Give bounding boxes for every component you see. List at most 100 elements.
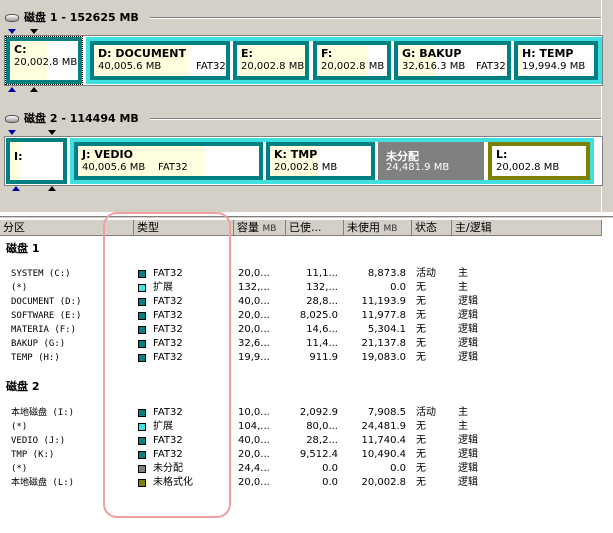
cell-used: 0.0 (322, 463, 338, 474)
cell-used: 8,025.0 (299, 310, 338, 321)
cell-unused: 24,481.9 (361, 421, 406, 432)
col-header-label: 容量 (237, 221, 259, 234)
cell-capacity: 132,... (238, 282, 270, 293)
partition-size: 24,481.9 MB (386, 162, 450, 173)
col-header-used[interactable]: 已使... (286, 220, 344, 236)
cell-unused: 21,137.8 (361, 338, 406, 349)
partition-start-marker-icon (12, 186, 20, 191)
col-header-status[interactable]: 状态 (412, 220, 452, 236)
cell-role: 逻辑 (458, 477, 478, 488)
table-row[interactable]: (*) 扩展 104,... 80,0... 24,481.9 无 主 (0, 420, 600, 434)
partition-e[interactable]: E: 20,002.8 MB (233, 41, 309, 80)
cell-unused: 20,002.8 (361, 477, 406, 488)
cell-role: 主 (458, 421, 468, 432)
cell-capacity: 19,9... (238, 352, 270, 363)
table-row[interactable]: 本地磁盘 (L:) 未格式化 20,0... 0.0 20,002.8 无 逻辑 (0, 476, 600, 490)
table-row[interactable]: MATERIA (F:) FAT32 20,0... 14,6... 5,304… (0, 323, 600, 337)
cell-role: 主 (458, 268, 468, 279)
type-column-annotation (103, 212, 231, 518)
partition-size: 20,002.8 MB (274, 162, 338, 173)
disk1-title: 磁盘 1 - 152625 MB (24, 11, 139, 24)
partition-size: 40,005.6 MB (82, 162, 146, 173)
cell-partition: 本地磁盘 (I:) (11, 408, 75, 418)
table-row[interactable]: TMP (K:) FAT32 20,0... 9,512.4 10,490.4 … (0, 448, 600, 462)
table-row[interactable]: (*) 扩展 132,... 132,... 0.0 无 主 (0, 281, 600, 295)
col-header-capacity[interactable]: 容量 MB (234, 220, 286, 236)
cell-unused: 7,908.5 (367, 407, 406, 418)
cell-partition: MATERIA (F:) (11, 325, 77, 335)
cell-used: 132,... (306, 282, 338, 293)
partition-j[interactable]: J: VEDIO 40,005.6 MB FAT32 (74, 142, 263, 180)
partition-size: 19,994.9 MB (522, 61, 586, 72)
hard-disk-icon (4, 12, 19, 22)
table-row[interactable]: DOCUMENT (D:) FAT32 40,0... 28,8... 11,1… (0, 295, 600, 309)
partition-i[interactable]: I: (6, 138, 67, 184)
unallocated-space[interactable]: 未分配 24,481.9 MB (378, 142, 484, 180)
disk2-header[interactable]: 磁盘 2 - 114494 MB (0, 109, 601, 127)
partition-g[interactable]: G: BAKUP 32,616.3 MB FAT32 (394, 41, 511, 80)
partition-size: 20,002.8 MB (321, 61, 385, 72)
cell-capacity: 40,0... (238, 435, 270, 446)
table-row[interactable]: BAKUP (G:) FAT32 32,6... 11,4... 21,137.… (0, 337, 600, 351)
cell-status: 无 (416, 296, 426, 307)
partition-l[interactable]: L: 20,002.8 MB (488, 142, 590, 180)
cell-partition: TMP (K:) (11, 450, 55, 460)
partition-size: 20,002.8 MB (241, 61, 305, 72)
partition-f[interactable]: F: 20,002.8 MB (313, 41, 391, 80)
col-header-label: 主/逻辑 (455, 221, 492, 234)
cell-partition: BAKUP (G:) (11, 339, 66, 349)
col-header-role[interactable]: 主/逻辑 (452, 220, 602, 236)
partition-fs: FAT32 (196, 61, 226, 72)
cell-capacity: 104,... (238, 421, 270, 432)
cell-partition: VEDIO (J:) (11, 436, 66, 446)
cell-status: 无 (416, 463, 426, 474)
partition-start-marker-icon (8, 130, 16, 135)
partition-start-marker-icon (8, 87, 16, 92)
cell-capacity: 32,6... (238, 338, 270, 349)
partition-h[interactable]: H: TEMP 19,994.9 MB (514, 41, 598, 80)
partition-name: J: VEDIO (82, 148, 133, 161)
cell-status: 活动 (416, 268, 436, 279)
partition-end-marker-icon (30, 29, 38, 34)
cell-used: 28,2... (306, 435, 338, 446)
splitter[interactable] (0, 216, 613, 219)
cell-unused: 11,977.8 (361, 310, 406, 321)
cell-unused: 8,873.8 (367, 268, 406, 279)
cell-partition: TEMP (H:) (11, 353, 60, 363)
disk1-header[interactable]: 磁盘 1 - 152625 MB (0, 8, 601, 26)
table-row[interactable]: SOFTWARE (E:) FAT32 20,0... 8,025.0 11,9… (0, 309, 600, 323)
hard-disk-icon (4, 113, 19, 123)
col-header-label: 已使... (289, 221, 322, 234)
cell-capacity: 10,0... (238, 407, 270, 418)
cell-used: 911.9 (309, 352, 338, 363)
table-row[interactable]: SYSTEM (C:) FAT32 20,0... 11,1... 8,873.… (0, 267, 600, 281)
cell-capacity: 20,0... (238, 324, 270, 335)
cell-role: 逻辑 (458, 338, 478, 349)
partition-name: H: TEMP (522, 47, 574, 60)
cell-unused: 11,740.4 (361, 435, 406, 446)
table-row[interactable]: 本地磁盘 (I:) FAT32 10,0... 2,092.9 7,908.5 … (0, 406, 600, 420)
cell-partition: (*) (11, 422, 28, 432)
cell-status: 无 (416, 477, 426, 488)
partition-name: K: TMP (274, 148, 318, 161)
cell-used: 9,512.4 (299, 449, 338, 460)
partition-name: L: (496, 148, 508, 161)
cell-unused: 0.0 (390, 463, 406, 474)
partition-k[interactable]: K: TMP 20,002.8 MB (266, 142, 375, 180)
cell-unused: 5,304.1 (367, 324, 406, 335)
disk2-title: 磁盘 2 - 114494 MB (24, 112, 139, 125)
table-row[interactable]: TEMP (H:) FAT32 19,9... 911.9 19,083.0 无… (0, 351, 600, 365)
table-row[interactable]: VEDIO (J:) FAT32 40,0... 28,2... 11,740.… (0, 434, 600, 448)
partition-size: 20,002.8 MB (496, 162, 560, 173)
partition-c[interactable]: C: 20,002.8 MB (5, 36, 83, 85)
col-header-unused[interactable]: 未使用 MB (344, 220, 412, 236)
col-header-label: 状态 (415, 221, 437, 234)
cell-role: 逻辑 (458, 296, 478, 307)
partition-end-marker-icon (30, 87, 38, 92)
col-header-unit: MB (383, 224, 398, 234)
cell-used: 14,6... (306, 324, 338, 335)
cell-role: 主 (458, 282, 468, 293)
table-row[interactable]: (*) 未分配 24,4... 0.0 0.0 无 逻辑 (0, 462, 600, 476)
partition-d[interactable]: D: DOCUMENT 40,005.6 MB FAT32 (90, 41, 230, 80)
cell-status: 无 (416, 435, 426, 446)
